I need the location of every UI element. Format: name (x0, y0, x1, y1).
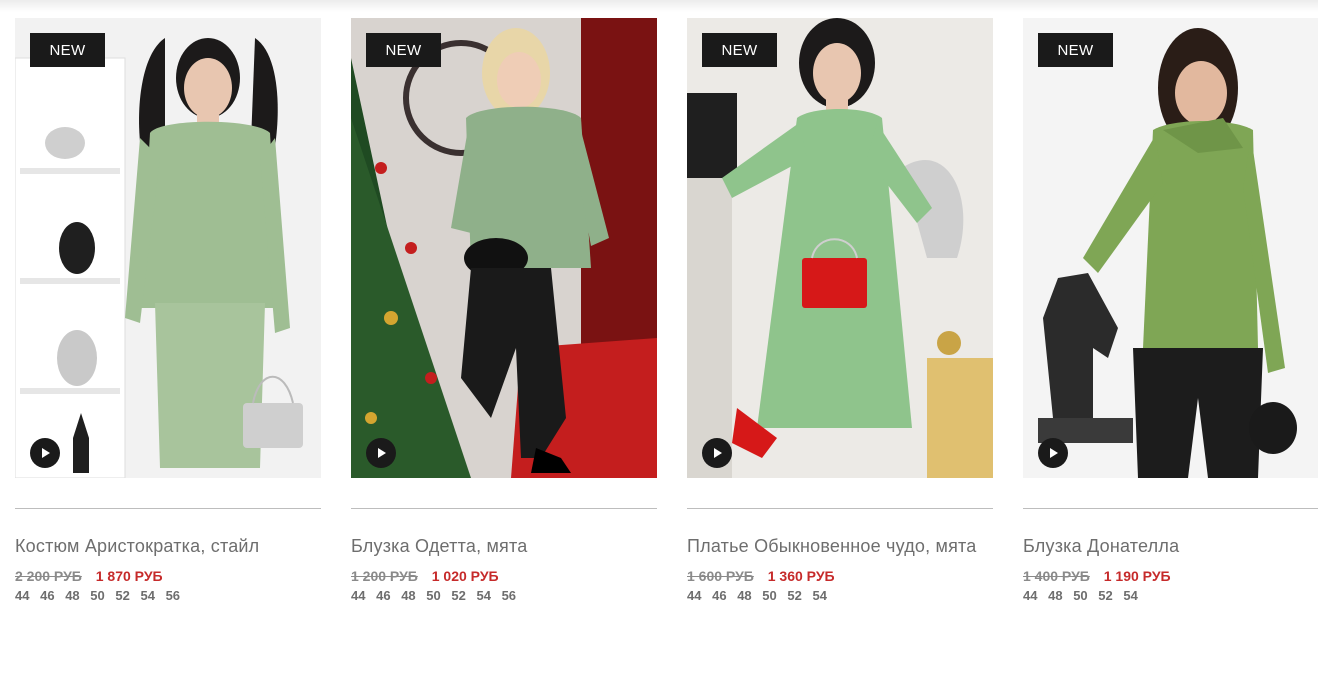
size-option[interactable]: 48 (401, 588, 415, 603)
new-badge: NEW (366, 33, 441, 67)
size-option[interactable]: 50 (90, 588, 104, 603)
size-option[interactable]: 52 (115, 588, 129, 603)
size-option[interactable]: 44 (1023, 588, 1037, 603)
card-divider (687, 508, 993, 509)
size-option[interactable]: 52 (787, 588, 801, 603)
size-option[interactable]: 44 (687, 588, 701, 603)
old-price: 1 200 РУБ (351, 568, 418, 584)
play-icon (1050, 448, 1058, 458)
size-list: 44 46 48 50 52 54 56 (351, 586, 657, 606)
size-option[interactable]: 48 (737, 588, 751, 603)
size-option[interactable]: 54 (812, 588, 826, 603)
size-option[interactable]: 44 (15, 588, 29, 603)
size-option[interactable]: 56 (502, 588, 516, 603)
model-photo-suit (15, 18, 321, 478)
size-option[interactable]: 46 (712, 588, 726, 603)
card-divider (15, 508, 321, 509)
old-price: 1 400 РУБ (1023, 568, 1090, 584)
product-grid: NEW Костюм Аристократка, стайл 2 200 РУБ… (15, 18, 1318, 606)
product-image[interactable]: NEW (15, 18, 321, 478)
size-option[interactable]: 54 (140, 588, 154, 603)
size-option[interactable]: 50 (426, 588, 440, 603)
size-option[interactable]: 44 (351, 588, 365, 603)
product-image[interactable]: NEW (1023, 18, 1318, 478)
card-divider (351, 508, 657, 509)
product-card[interactable]: NEW Блузка Донателла 1 400 РУБ 1 190 РУБ… (1023, 18, 1318, 606)
play-icon (714, 448, 722, 458)
size-option[interactable]: 48 (65, 588, 79, 603)
sale-price: 1 190 РУБ (1103, 568, 1171, 584)
size-option[interactable]: 48 (1048, 588, 1062, 603)
sale-price: 1 360 РУБ (767, 568, 835, 584)
product-image[interactable]: NEW (351, 18, 657, 478)
product-title[interactable]: Блузка Одетта, мята (351, 531, 657, 561)
play-video-button[interactable] (30, 438, 60, 468)
size-option[interactable]: 50 (762, 588, 776, 603)
new-badge: NEW (30, 33, 105, 67)
size-option[interactable]: 50 (1073, 588, 1087, 603)
play-icon (42, 448, 50, 458)
size-option[interactable]: 46 (40, 588, 54, 603)
model-photo-top (1023, 18, 1318, 478)
model-photo-blouse (351, 18, 657, 478)
size-option[interactable]: 54 (1123, 588, 1137, 603)
size-option[interactable]: 52 (451, 588, 465, 603)
old-price: 2 200 РУБ (15, 568, 82, 584)
product-card[interactable]: NEW Костюм Аристократка, стайл 2 200 РУБ… (15, 18, 321, 606)
product-card[interactable]: NEW Платье Обыкновенное чудо, мята 1 600… (687, 18, 993, 606)
card-divider (1023, 508, 1318, 509)
old-price: 1 600 РУБ (687, 568, 754, 584)
product-title[interactable]: Костюм Аристократка, стайл (15, 531, 321, 561)
model-photo-dress (687, 18, 993, 478)
size-option[interactable]: 56 (166, 588, 180, 603)
play-video-button[interactable] (366, 438, 396, 468)
product-card[interactable]: NEW Блузка Одетта, мята 1 200 РУБ 1 020 … (351, 18, 657, 606)
play-video-button[interactable] (1038, 438, 1068, 468)
size-option[interactable]: 46 (376, 588, 390, 603)
new-badge: NEW (702, 33, 777, 67)
header-shadow (0, 0, 1318, 12)
play-video-button[interactable] (702, 438, 732, 468)
size-option[interactable]: 52 (1098, 588, 1112, 603)
product-title[interactable]: Платье Обыкновенное чудо, мята (687, 531, 993, 561)
sale-price: 1 020 РУБ (431, 568, 499, 584)
new-badge: NEW (1038, 33, 1113, 67)
size-list: 44 46 48 50 52 54 (687, 586, 993, 606)
product-image[interactable]: NEW (687, 18, 993, 478)
size-option[interactable]: 54 (476, 588, 490, 603)
sale-price: 1 870 РУБ (95, 568, 163, 584)
product-title[interactable]: Блузка Донателла (1023, 531, 1318, 561)
size-list: 44 46 48 50 52 54 56 (15, 586, 321, 606)
play-icon (378, 448, 386, 458)
